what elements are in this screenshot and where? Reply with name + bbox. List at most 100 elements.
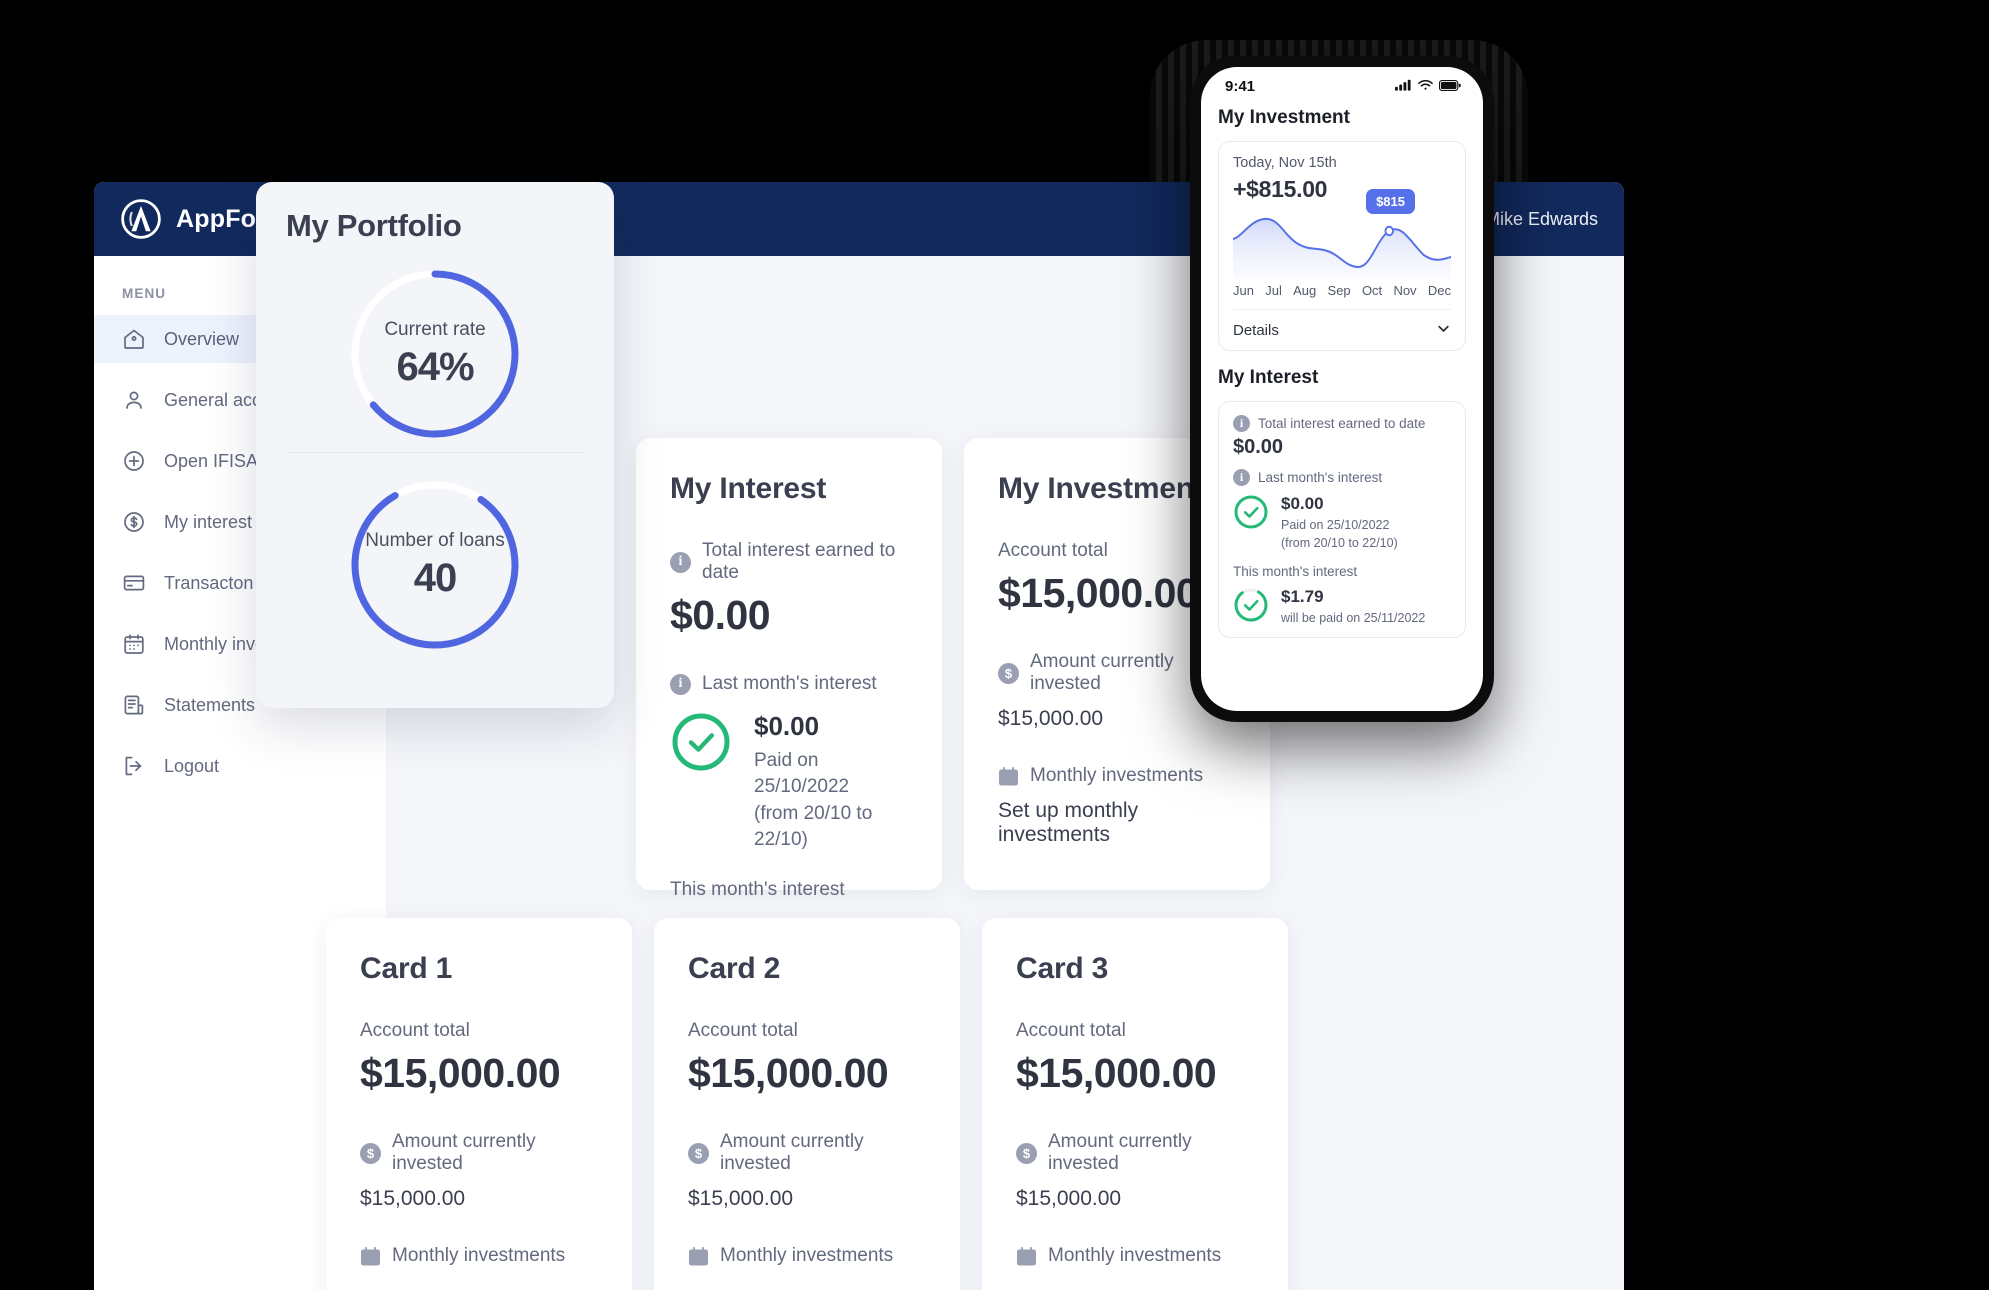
calendar-icon: [1016, 1246, 1037, 1267]
gauge-value: 40: [413, 555, 457, 600]
page-title: My Portfolio: [286, 208, 462, 243]
gauge-value: 64%: [396, 344, 474, 389]
last-month-paid: Paid on 25/10/2022: [754, 750, 850, 797]
sidebar-item-label: Statements: [164, 694, 256, 715]
x-tick: Jul: [1265, 283, 1282, 298]
sidebar-item-label: My interest: [164, 511, 253, 532]
dollar-icon: $: [688, 1142, 709, 1164]
monthly-row: Monthly investments: [1016, 1245, 1254, 1267]
invested-row: $ Amount currently invested: [688, 1131, 926, 1175]
monthly-row: Monthly investments: [688, 1245, 926, 1267]
phone-total-label: Total interest earned to date: [1258, 416, 1426, 431]
invested-label: Amount currently invested: [720, 1131, 864, 1174]
check-circle-partial-icon: [1233, 587, 1269, 623]
card-title: Card 3: [1016, 952, 1109, 985]
phone-mockup: 9:41 My Investment Today, Nov 15th +$815…: [1190, 56, 1494, 722]
phone-last-month-range: (from 20/10 to 22/10): [1281, 535, 1398, 550]
invested-label: Amount currently invested: [1048, 1131, 1192, 1174]
dollar-icon: $: [360, 1142, 381, 1164]
invested-label: Amount currently invested: [392, 1131, 536, 1174]
account-total-row: Account total: [360, 1020, 598, 1042]
info-icon: i: [1233, 415, 1250, 432]
card-title: Card 2: [688, 952, 781, 985]
phone-this-month-block: $1.79 will be paid on 25/11/2022: [1233, 587, 1451, 627]
account-total-label: Account total: [360, 1020, 470, 1041]
card-3: Card 3 Account total $15,000.00 $ Amount…: [982, 918, 1288, 1290]
screenshot-stage: AppFol M Mike Edwards MENU Overview: [0, 0, 1989, 1290]
dollar-icon: $: [1016, 1142, 1037, 1164]
monthly-row: Monthly investments: [360, 1245, 598, 1267]
details-label: Details: [1233, 322, 1279, 339]
status-time: 9:41: [1225, 77, 1256, 95]
account-total-value: $15,000.00: [688, 1050, 889, 1096]
account-total-row: Account total: [1016, 1020, 1254, 1042]
gauge-label: Current rate: [384, 318, 486, 340]
chart-tooltip: $815: [1366, 189, 1415, 214]
phone-total-row: i Total interest earned to date: [1233, 415, 1451, 432]
info-icon: i: [670, 673, 691, 695]
total-interest-row: i Total interest earned to date: [670, 540, 908, 584]
info-icon: i: [670, 551, 691, 573]
this-month-label: This month's interest: [670, 878, 845, 900]
phone-today-amount: +$815.00: [1233, 176, 1328, 202]
info-icon: i: [1233, 469, 1250, 486]
dollar-icon: $: [998, 662, 1019, 684]
phone-investment-card: Today, Nov 15th +$815.00 $815 Jun Jul Au…: [1218, 141, 1466, 351]
dollar-circle-icon: [122, 510, 146, 534]
user-icon: [122, 388, 146, 412]
phone-today-label: Today, Nov 15th: [1233, 155, 1337, 171]
invested-row: $ Amount currently invested: [1016, 1131, 1254, 1175]
plus-circle-icon: [122, 449, 146, 473]
sidebar-item-label: Transacton: [164, 572, 254, 593]
monthly-label: Monthly investments: [1048, 1245, 1222, 1266]
calendar-icon: [122, 632, 146, 656]
monthly-label: Monthly investments: [1030, 765, 1204, 786]
document-icon: [122, 693, 146, 717]
phone-investment-title: My Investment: [1218, 107, 1350, 128]
brand[interactable]: AppFol: [120, 198, 263, 240]
account-total-label: Account total: [998, 540, 1108, 561]
phone-interest-card: i Total interest earned to date $0.00 i …: [1218, 401, 1466, 638]
phone-this-month-amount: $1.79: [1281, 586, 1324, 606]
x-tick: Aug: [1293, 283, 1317, 298]
sidebar-item-label: Overview: [164, 328, 240, 349]
card-title: My Interest: [670, 472, 827, 505]
chevron-down-icon: [1436, 321, 1451, 340]
account-total-label: Account total: [688, 1020, 798, 1041]
details-accordion[interactable]: Details: [1233, 309, 1451, 340]
last-month-row: i Last month's interest: [670, 673, 908, 695]
last-month-range: (from 20/10 to 22/10): [754, 803, 873, 850]
phone-last-month-row: i Last month's interest: [1233, 469, 1451, 486]
brand-name: AppFol: [176, 204, 264, 233]
x-tick: Sep: [1327, 283, 1351, 298]
phone-last-month-label: Last month's interest: [1258, 470, 1383, 485]
home-icon: [122, 327, 146, 351]
x-tick: Jun: [1233, 283, 1254, 298]
current-rate-gauge: Current rate 64%: [286, 264, 584, 444]
check-circle-icon: [1233, 494, 1269, 530]
check-circle-icon: [670, 711, 732, 773]
card-2: Card 2 Account total $15,000.00 $ Amount…: [654, 918, 960, 1290]
divider: [286, 452, 584, 453]
number-of-loans-gauge: Number of loans 40: [286, 475, 584, 655]
x-tick: Oct: [1361, 283, 1383, 298]
calendar-icon: [360, 1246, 381, 1267]
phone-this-month-note: will be paid on 25/11/2022: [1281, 610, 1426, 625]
cellular-signal-icon: [1395, 78, 1412, 95]
phone-body: My Investment Today, Nov 15th +$815.00 $…: [1201, 107, 1483, 638]
my-interest-card: My Interest i Total interest earned to d…: [636, 438, 942, 1002]
sidebar-item-logout[interactable]: Logout: [94, 742, 386, 790]
phone-screen: 9:41 My Investment Today, Nov 15th +$815…: [1201, 67, 1483, 711]
invested-value: $15,000.00: [360, 1187, 466, 1210]
last-month-amount: $0.00: [754, 711, 820, 741]
phone-last-month-amount: $0.00: [1281, 494, 1324, 513]
account-total-row: Account total: [688, 1020, 926, 1042]
calendar-icon: [688, 1246, 709, 1267]
account-total-value: $15,000.00: [360, 1050, 561, 1096]
phone-status-bar: 9:41: [1201, 67, 1483, 105]
gauge-label: Number of loans: [365, 529, 505, 551]
invested-value: $15,000.00: [688, 1187, 794, 1210]
credit-card-icon: [122, 571, 146, 595]
phone-last-month-paid: Paid on 25/10/2022: [1281, 518, 1390, 532]
phone-total-value: $0.00: [1233, 436, 1284, 458]
